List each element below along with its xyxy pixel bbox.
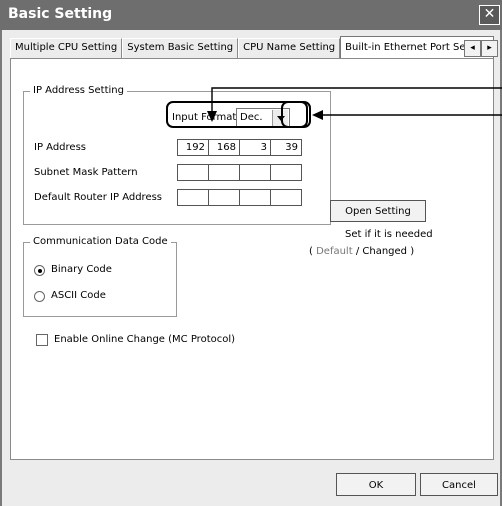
subnet-octet-4-field[interactable] [270, 164, 302, 181]
ip-host-callout [281, 101, 311, 128]
subnet-mask-label: Subnet Mask Pattern [34, 167, 138, 178]
communication-data-code-group: Communication Data Code Binary Code ASCI… [23, 236, 177, 317]
window-title: Basic Setting [8, 6, 113, 22]
chevron-left-icon: ◂ [470, 43, 475, 53]
default-router-label: Default Router IP Address [34, 192, 163, 203]
router-octet-3-field[interactable] [239, 189, 271, 206]
router-octet-2-field[interactable] [208, 189, 240, 206]
tab-multiple-cpu-setting[interactable]: Multiple CPU Setting [10, 38, 123, 58]
close-button[interactable]: ✕ [479, 5, 500, 25]
ip-octet-3-field[interactable]: 3 [239, 139, 271, 156]
tab-scroll-left-button[interactable]: ◂ [464, 40, 481, 57]
router-octet-1-field[interactable] [177, 189, 209, 206]
setting-status-legend: ( Default / Changed ) [309, 246, 414, 257]
legend-changed-label: Changed [362, 246, 408, 257]
tab-cpu-name-setting[interactable]: CPU Name Setting [238, 38, 341, 58]
legend-paren-open: ( [309, 246, 313, 257]
tab-scroll-right-button[interactable]: ▸ [481, 40, 498, 57]
ip-octet-1-field[interactable]: 192 [177, 139, 209, 156]
communication-data-code-title: Communication Data Code [30, 236, 171, 247]
ok-button[interactable]: OK [336, 473, 416, 496]
subnet-octet-1-field[interactable] [177, 164, 209, 181]
subnet-octet-3-field[interactable] [239, 164, 271, 181]
legend-default-label: Default [316, 246, 353, 257]
basic-setting-dialog: Basic Setting ✕ Multiple CPU Setting Sys… [0, 0, 502, 506]
router-octet-4-field[interactable] [270, 189, 302, 206]
tab-system-basic-setting[interactable]: System Basic Setting [122, 38, 239, 58]
close-icon: ✕ [483, 6, 496, 22]
subnet-octet-2-field[interactable] [208, 164, 240, 181]
ascii-code-label[interactable]: ASCII Code [51, 290, 106, 301]
ip-address-label: IP Address [34, 142, 86, 153]
open-setting-button[interactable]: Open Setting [330, 200, 426, 222]
enable-online-change-label[interactable]: Enable Online Change (MC Protocol) [54, 334, 235, 345]
legend-paren-close: ) [410, 246, 415, 257]
cancel-button[interactable]: Cancel [420, 473, 498, 496]
title-bar[interactable]: Basic Setting ✕ [0, 0, 502, 30]
tab-strip: Multiple CPU Setting System Basic Settin… [10, 36, 494, 58]
enable-online-change-checkbox[interactable] [36, 334, 48, 346]
ascii-code-radio[interactable] [34, 291, 45, 302]
binary-code-label[interactable]: Binary Code [51, 264, 112, 275]
legend-slash: / [355, 246, 360, 257]
chevron-right-icon: ▸ [487, 43, 492, 53]
ip-octet-2-field[interactable]: 168 [208, 139, 240, 156]
binary-code-radio[interactable] [34, 265, 45, 276]
open-setting-note: Set if it is needed [345, 229, 433, 240]
ip-octet-4-field[interactable]: 39 [270, 139, 302, 156]
ip-address-setting-title: IP Address Setting [30, 85, 127, 96]
